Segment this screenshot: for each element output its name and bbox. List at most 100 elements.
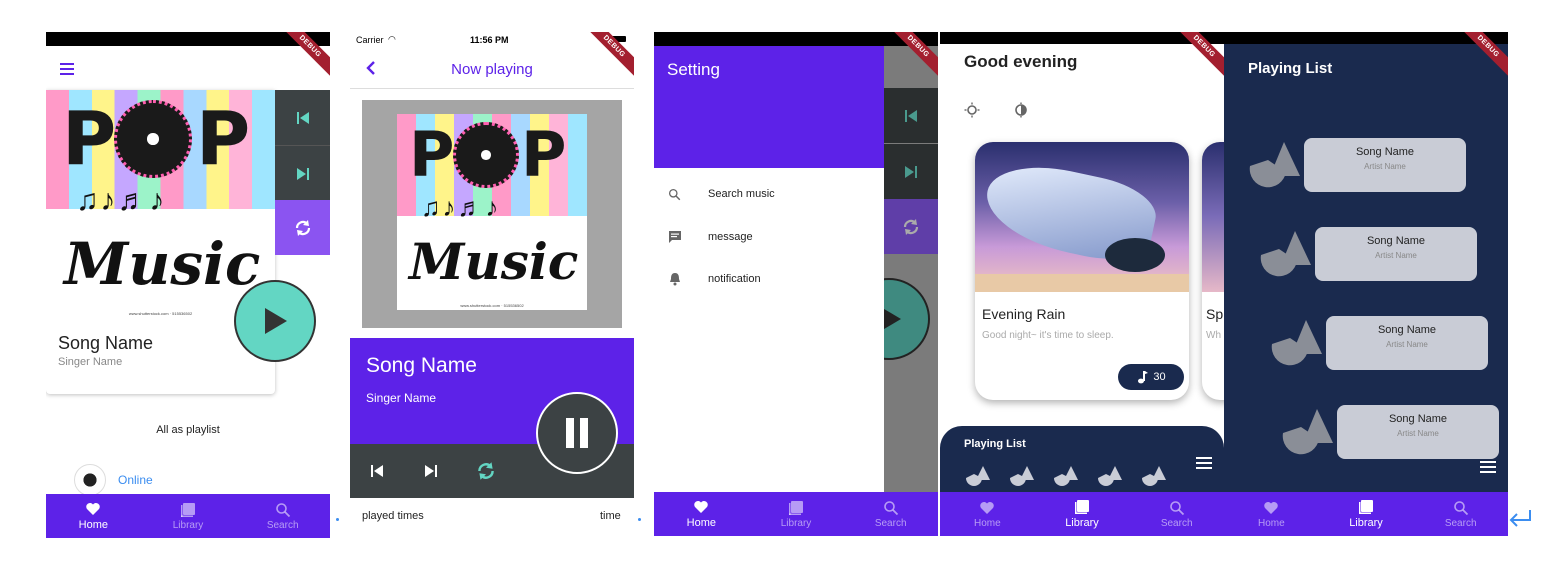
music-note-icon xyxy=(1138,371,1149,384)
album-art: P P ♫♪♬♪ Music www.shutterstock.com · 51… xyxy=(397,114,587,310)
menu-item-message[interactable]: message xyxy=(654,227,884,257)
nav-home[interactable]: Home xyxy=(1224,492,1319,536)
repeat-button[interactable] xyxy=(275,200,330,255)
library-icon xyxy=(1075,500,1089,514)
nav-home-label: Home xyxy=(686,517,716,529)
song-card: Song Name Artist Name xyxy=(1304,138,1466,192)
search-icon xyxy=(1169,500,1184,515)
menu-icon[interactable] xyxy=(60,62,74,75)
menu-item-label: message xyxy=(708,231,753,243)
nav-home[interactable]: Home xyxy=(46,494,141,538)
bottom-navigation: Home Library Search xyxy=(1224,492,1508,536)
shapes-icon xyxy=(964,464,992,493)
nav-home[interactable]: Home xyxy=(940,492,1035,536)
settings-drawer: Setting Search music message notificatio… xyxy=(654,46,884,492)
shapes-icon xyxy=(1271,320,1322,366)
previous-button[interactable] xyxy=(370,464,384,483)
search-icon xyxy=(275,502,290,517)
playing-list-label: Playing List xyxy=(964,438,1026,450)
song-count: 30 xyxy=(1153,371,1166,383)
list-item[interactable]: Song Name Artist Name xyxy=(1248,138,1468,196)
next-button[interactable] xyxy=(424,464,438,483)
header-divider xyxy=(350,88,634,89)
pause-button[interactable] xyxy=(536,392,618,474)
played-times-label: played times xyxy=(362,510,424,522)
nav-search-label: Search xyxy=(874,517,907,529)
shapes-icon xyxy=(1249,142,1300,188)
playlist-thumbnail xyxy=(74,464,106,496)
nav-home[interactable]: Home xyxy=(654,492,749,536)
drawer-title: Setting xyxy=(667,60,720,79)
bottom-navigation: Home Library Search xyxy=(940,492,1224,536)
return-arrow-icon xyxy=(1508,508,1534,533)
shapes-icon xyxy=(1052,464,1080,493)
song-name: Song Name xyxy=(1377,324,1437,336)
message-icon xyxy=(669,231,681,243)
search-icon xyxy=(1453,500,1468,515)
skip-previous-icon xyxy=(296,111,309,124)
library-icon xyxy=(789,500,803,515)
nav-library[interactable]: Library xyxy=(1319,492,1414,536)
artist-name: Artist Name xyxy=(1397,429,1439,438)
menu-item-label: notification xyxy=(708,273,761,285)
nav-search-label: Search xyxy=(1160,517,1193,529)
status-bar xyxy=(46,32,330,46)
play-button[interactable] xyxy=(234,280,316,362)
skip-next-icon xyxy=(425,465,437,477)
time-label: time xyxy=(600,510,621,522)
menu-item-notification[interactable]: notification xyxy=(654,269,884,299)
list-item[interactable]: Song Name Artist Name xyxy=(1259,227,1479,285)
bottom-navigation: Home Library Search xyxy=(654,492,938,536)
list-item[interactable]: Song Name Artist Name xyxy=(1270,316,1490,374)
list-item[interactable]: Song Name Artist Name xyxy=(1281,405,1501,463)
card-title: Evening Rain xyxy=(982,306,1066,322)
album-art: P P ♫♪♬♪ Music www.shutterstock.com · 51… xyxy=(46,90,275,318)
heart-icon xyxy=(980,501,995,514)
hamburger-icon[interactable] xyxy=(1196,456,1212,474)
shapes-icon xyxy=(1282,409,1333,455)
next-button[interactable] xyxy=(275,145,330,201)
nav-search[interactable]: Search xyxy=(235,494,330,538)
separator-dot xyxy=(638,518,641,521)
artist-name: Artist Name xyxy=(1386,340,1428,349)
dimmed-repeat xyxy=(883,199,938,254)
nav-search[interactable]: Search xyxy=(1413,492,1508,536)
nav-library[interactable]: Library xyxy=(141,494,236,538)
dimmed-next xyxy=(883,144,938,199)
nav-search-label: Search xyxy=(266,519,299,531)
carrier-label: Carrier xyxy=(356,35,384,45)
repeat-icon xyxy=(295,219,310,236)
moon-icon[interactable] xyxy=(1062,102,1076,123)
song-count-badge[interactable]: 30 xyxy=(1118,364,1184,390)
dimmed-previous xyxy=(883,88,938,143)
song-card: Song Name Artist Name xyxy=(1326,316,1488,370)
hamburger-icon[interactable] xyxy=(1480,460,1496,478)
artist-name: Artist Name xyxy=(1375,251,1417,260)
nav-library[interactable]: Library xyxy=(1035,492,1130,536)
previous-button[interactable] xyxy=(275,90,330,145)
nav-library-label: Library xyxy=(1065,517,1099,529)
heart-icon xyxy=(694,501,709,513)
nav-search[interactable]: Search xyxy=(1129,492,1224,536)
play-icon xyxy=(265,308,287,334)
nav-library-label: Library xyxy=(1349,517,1383,529)
playlist-card[interactable]: Evening Rain Good night~ it's time to sl… xyxy=(975,142,1189,400)
song-title: Song Name xyxy=(58,333,154,353)
brightness-icon[interactable] xyxy=(1013,102,1029,123)
nav-home-label: Home xyxy=(1257,517,1285,529)
song-title: Song Name xyxy=(366,354,477,377)
menu-item-search[interactable]: Search music xyxy=(654,184,884,214)
search-icon xyxy=(668,188,681,201)
next-playlist-card[interactable]: Sp Wh xyxy=(1202,142,1224,400)
artist-name: Artist Name xyxy=(1364,162,1406,171)
nav-search[interactable]: Search xyxy=(843,492,938,536)
song-card[interactable]: P P ♫♪♬♪ Music www.shutterstock.com · 51… xyxy=(46,90,275,394)
playlist-item[interactable]: Online xyxy=(74,464,153,496)
skip-previous-icon xyxy=(904,109,917,122)
nav-library[interactable]: Library xyxy=(749,492,844,536)
singer-name: Singer Name xyxy=(58,356,123,368)
sun-icon[interactable] xyxy=(964,102,980,123)
bell-icon xyxy=(670,273,680,286)
repeat-button[interactable] xyxy=(475,460,497,487)
nav-library-label: Library xyxy=(780,517,812,529)
